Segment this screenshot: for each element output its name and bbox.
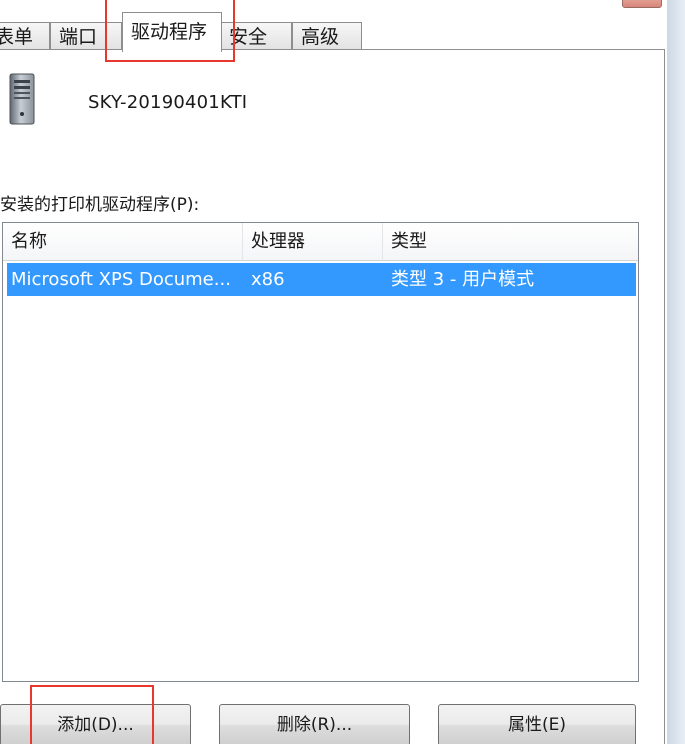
computer-tower-icon xyxy=(9,73,35,125)
column-header-name[interactable]: 名称 xyxy=(3,223,243,261)
title-bar-edge xyxy=(0,0,685,10)
row-type-cell: 类型 3 - 用户模式 xyxy=(391,269,535,290)
close-button[interactable] xyxy=(622,0,662,8)
tab-ports[interactable]: 端口 xyxy=(50,22,122,50)
installed-drivers-label: 安装的打印机驱动程序(P): xyxy=(0,195,200,215)
remove-button[interactable]: 删除(R)... xyxy=(219,704,410,744)
tab-label: 高级 xyxy=(301,26,340,48)
tab-label: 端口 xyxy=(59,26,98,48)
list-row[interactable]: Microsoft XPS Docume... x86 类型 3 - 用户模式 xyxy=(7,263,636,296)
column-header-type[interactable]: 类型 xyxy=(383,223,638,261)
add-button[interactable]: 添加(D)... xyxy=(0,704,191,744)
window-frame-right xyxy=(667,0,685,744)
tab-security[interactable]: 安全 xyxy=(220,22,292,50)
drivers-list[interactable]: 名称 处理器 类型 Microsoft XPS Docume... x86 类型… xyxy=(2,222,639,682)
tab-form[interactable]: 表单 xyxy=(0,22,50,50)
printer-properties-dialog: 表单 端口 驱动程序 安全 高级 SKY-20190401KTI 安装的打印机驱… xyxy=(0,0,685,744)
row-name-cell: Microsoft XPS Docume... xyxy=(11,269,231,290)
tab-advanced[interactable]: 高级 xyxy=(292,22,362,50)
list-header: 名称 处理器 类型 xyxy=(3,223,638,261)
printer-name: SKY-20190401KTI xyxy=(88,92,248,113)
tab-drivers[interactable]: 驱动程序 xyxy=(122,12,222,52)
tab-label: 安全 xyxy=(229,26,268,48)
properties-button[interactable]: 属性(E) xyxy=(438,704,636,744)
column-header-processor[interactable]: 处理器 xyxy=(243,223,383,261)
tab-label: 表单 xyxy=(0,26,34,48)
row-processor-cell: x86 xyxy=(251,269,285,290)
tab-label: 驱动程序 xyxy=(131,21,208,43)
